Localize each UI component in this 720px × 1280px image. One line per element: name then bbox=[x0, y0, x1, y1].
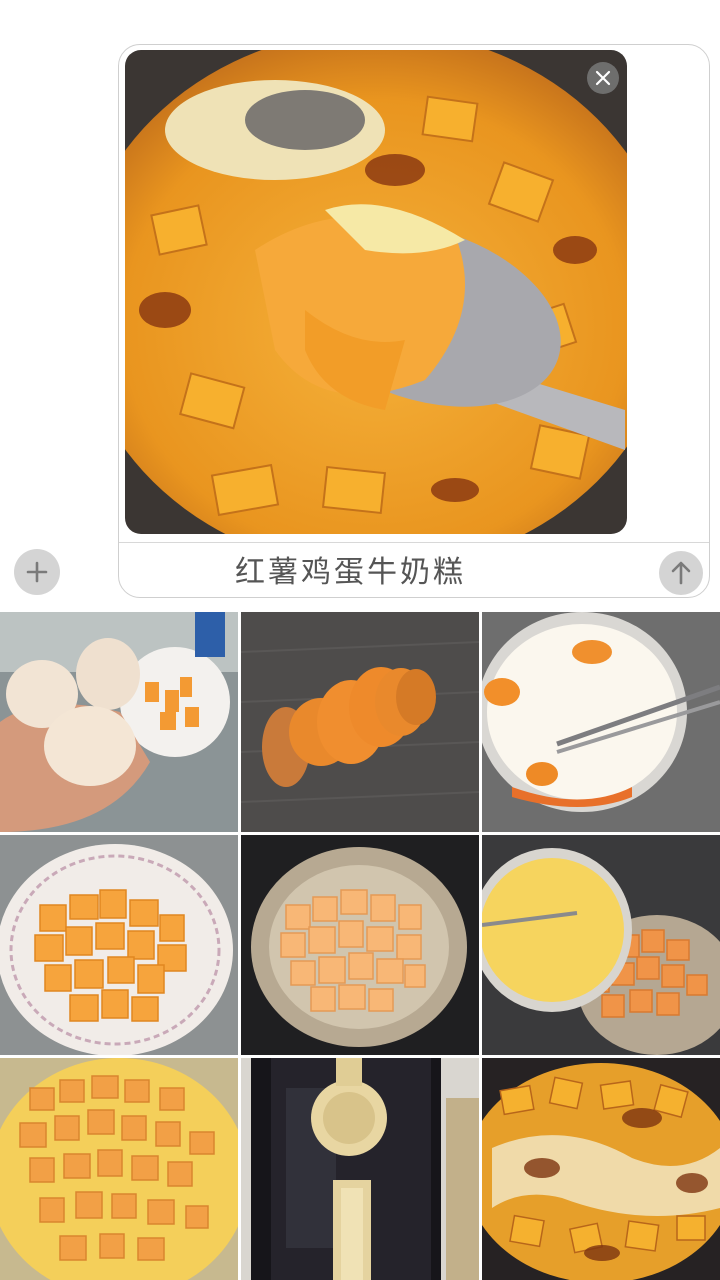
message-composer: 红薯鸡蛋牛奶糕 bbox=[118, 44, 710, 598]
pouring-mixture-image bbox=[482, 835, 720, 1055]
diced-sweet-potato-plate-image bbox=[0, 835, 238, 1055]
message-input[interactable]: 红薯鸡蛋牛奶糕 bbox=[235, 553, 535, 593]
attachment-image bbox=[125, 50, 627, 534]
screen: 红薯鸡蛋牛奶糕 bbox=[0, 0, 720, 1280]
arrow-up-icon bbox=[671, 561, 691, 585]
photo-tile-baked-cake[interactable] bbox=[482, 1058, 720, 1280]
photo-tile-sliced-sweet-potato[interactable] bbox=[241, 612, 479, 832]
photo-tile-eggs-in-hand[interactable] bbox=[0, 612, 238, 832]
photo-tile-pouring-mixture[interactable] bbox=[482, 835, 720, 1055]
sliced-sweet-potato-image bbox=[241, 612, 479, 832]
sweet-potato-in-fryer-basket-image bbox=[241, 835, 479, 1055]
send-button[interactable] bbox=[659, 551, 703, 595]
photo-tile-sweet-potato-in-fryer-basket[interactable] bbox=[241, 835, 479, 1055]
milk-egg-mixture-image bbox=[482, 612, 720, 832]
plus-icon bbox=[26, 561, 48, 583]
eggs-in-hand-image bbox=[0, 612, 238, 832]
photo-tile-air-fryer[interactable] bbox=[241, 1058, 479, 1280]
photo-tile-diced-sweet-potato-plate[interactable] bbox=[0, 835, 238, 1055]
photo-attachment[interactable] bbox=[125, 50, 627, 534]
close-icon bbox=[595, 70, 611, 86]
batter-before-baking-image bbox=[0, 1058, 238, 1280]
baked-cake-image bbox=[482, 1058, 720, 1280]
air-fryer-image bbox=[241, 1058, 479, 1280]
composer-divider bbox=[119, 542, 709, 543]
photo-tile-milk-egg-mixture[interactable] bbox=[482, 612, 720, 832]
add-button[interactable] bbox=[14, 549, 60, 595]
photo-grid bbox=[0, 612, 720, 1280]
remove-attachment-button[interactable] bbox=[587, 62, 619, 94]
photo-tile-batter-before-baking[interactable] bbox=[0, 1058, 238, 1280]
